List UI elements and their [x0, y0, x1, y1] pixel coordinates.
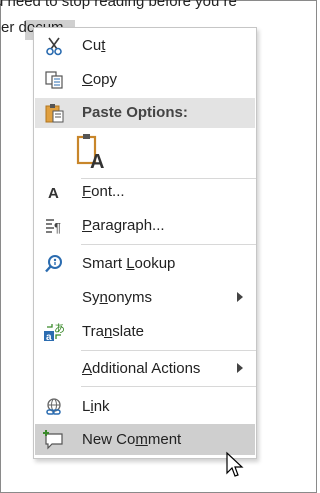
menu-item-additional-actions[interactable]: Additional Actions	[35, 354, 255, 383]
menu-item-cut[interactable]: Cut	[35, 31, 255, 60]
submenu-arrow-icon	[237, 292, 243, 302]
menu-separator	[81, 244, 256, 245]
menu-item-smart-lookup[interactable]: Smart Lookup	[35, 249, 255, 278]
menu-item-link-label: Link	[82, 398, 110, 415]
menu-item-paragraph-label: Paragraph...	[82, 217, 165, 234]
menu-item-font-label: Font...	[82, 183, 125, 200]
menu-item-synonyms-label: Synonyms	[82, 289, 153, 306]
svg-text:あ: あ	[54, 322, 65, 335]
menu-item-new-comment-label: New Comment	[82, 431, 182, 448]
search-icon	[43, 253, 65, 275]
document-text-unselected: er d	[1, 19, 27, 36]
menu-item-copy-label: Copy	[82, 71, 118, 88]
menu-item-smart-lookup-label: Smart Lookup	[82, 255, 176, 272]
paste-keep-text-only-button[interactable]: A	[75, 132, 111, 173]
link-icon	[43, 396, 65, 418]
context-menu: Cut Copy Paste Options: A A Font... ¶ Pa…	[33, 27, 257, 459]
svg-text:¶: ¶	[54, 220, 61, 235]
menu-item-copy[interactable]: Copy	[35, 65, 255, 94]
font-icon: A	[43, 181, 65, 203]
mouse-pointer-icon	[225, 451, 245, 481]
paste-options-header: Paste Options:	[35, 98, 255, 128]
menu-separator	[81, 350, 256, 351]
new-comment-icon	[43, 428, 65, 450]
svg-text:A: A	[90, 151, 104, 172]
menu-item-additional-actions-label: Additional Actions	[82, 360, 201, 377]
clipboard-icon	[43, 102, 65, 124]
menu-item-translate-label: Translate	[82, 323, 144, 340]
menu-item-paragraph[interactable]: ¶ Paragraph...	[35, 211, 255, 240]
copy-icon	[43, 69, 65, 91]
menu-item-link[interactable]: Link	[35, 392, 255, 421]
submenu-arrow-icon	[237, 363, 243, 373]
paste-options-label: Paste Options:	[82, 104, 188, 121]
svg-text:A: A	[48, 185, 59, 202]
scissors-icon	[43, 35, 65, 57]
paragraph-icon: ¶	[43, 215, 65, 237]
menu-item-font[interactable]: A Font...	[35, 177, 255, 206]
document-text-line-1: u need to stop reading before you re	[0, 0, 237, 10]
menu-item-translate[interactable]: a あ Translate	[35, 317, 255, 346]
svg-text:a: a	[46, 332, 52, 343]
translate-icon: a あ	[43, 321, 65, 343]
menu-separator	[81, 386, 256, 387]
menu-item-cut-label: Cut	[82, 37, 106, 54]
menu-item-synonyms[interactable]: Synonyms	[35, 283, 255, 312]
menu-item-new-comment[interactable]: New Comment	[35, 424, 255, 455]
paste-keep-text-only-icon: A	[75, 134, 111, 176]
